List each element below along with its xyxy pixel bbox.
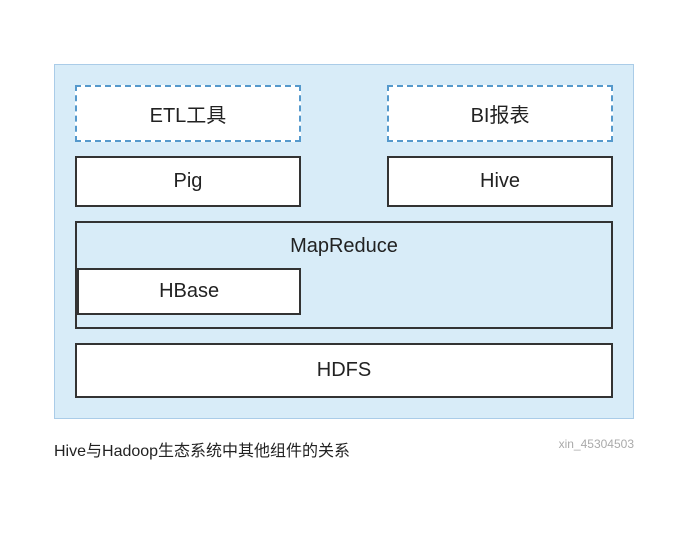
hive-label: Hive (480, 170, 520, 192)
hbase-box: HBase (77, 268, 301, 315)
bi-box: BI报表 (387, 85, 613, 142)
mapreduce-container: MapReduce HBase (75, 221, 613, 329)
watermark: xin_45304503 (559, 437, 634, 451)
second-row: Pig Hive (75, 156, 613, 207)
caption: Hive与Hadoop生态系统中其他组件的关系 xin_45304503 (54, 437, 634, 461)
mapreduce-label: MapReduce (77, 223, 611, 268)
etl-box: ETL工具 (75, 85, 301, 142)
caption-text: Hive与Hadoop生态系统中其他组件的关系 (54, 443, 350, 460)
diagram-area: ETL工具 BI报表 Pig Hive MapReduce HBase (54, 64, 634, 419)
page-wrapper: ETL工具 BI报表 Pig Hive MapReduce HBase (24, 44, 664, 491)
hdfs-label: HDFS (317, 359, 371, 381)
hbase-label: HBase (159, 280, 219, 302)
hbase-inner: HBase (77, 268, 611, 327)
pig-label: Pig (174, 170, 203, 192)
etl-label: ETL工具 (150, 105, 227, 127)
top-row: ETL工具 BI报表 (75, 85, 613, 142)
pig-box: Pig (75, 156, 301, 207)
bi-label: BI报表 (471, 105, 530, 127)
hive-box: Hive (387, 156, 613, 207)
hdfs-box: HDFS (75, 343, 613, 398)
